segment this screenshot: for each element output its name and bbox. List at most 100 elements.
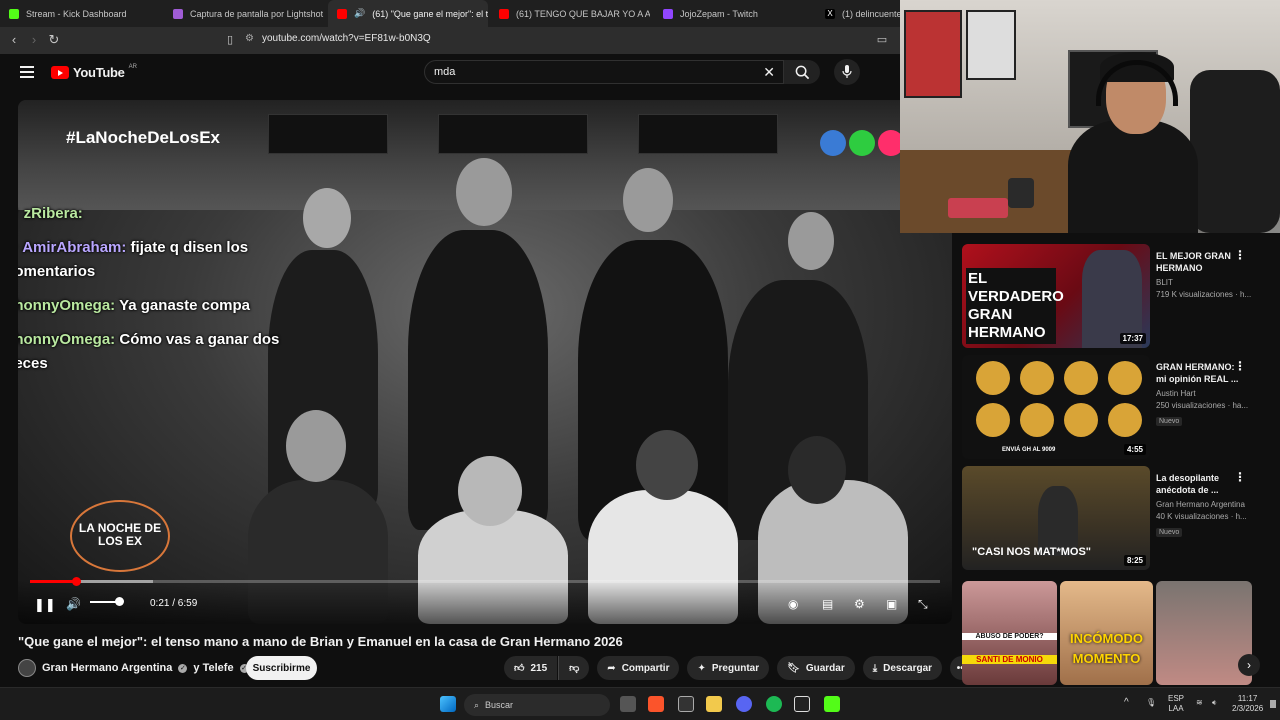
download-icon: ⤓ xyxy=(872,662,878,674)
taskbar-search[interactable]: ⌕ Buscar xyxy=(464,694,610,716)
recommendation-title[interactable]: GRAN HERMANO: mi opinión REAL ... xyxy=(1156,361,1246,385)
forward-icon[interactable]: › xyxy=(26,32,42,48)
file-explorer-icon[interactable] xyxy=(706,696,722,712)
brave-icon[interactable] xyxy=(648,696,664,712)
back-icon[interactable]: ‹ xyxy=(6,32,22,48)
tab-kick-dashboard[interactable]: Stream - Kick Dashboard xyxy=(0,0,160,27)
next-shorts-icon[interactable]: › xyxy=(1238,654,1260,676)
menu-icon[interactable] xyxy=(20,66,34,78)
wifi-icon[interactable]: ≋ xyxy=(1196,698,1203,708)
channel-avatar[interactable] xyxy=(18,659,36,677)
mic-tray-icon[interactable]: 🎙︎ xyxy=(1146,698,1156,708)
pause-icon[interactable]: ❚❚ xyxy=(34,597,56,613)
youtube-logo[interactable]: YouTube AR xyxy=(51,64,137,80)
short-label: INCÓMODO xyxy=(1070,631,1143,646)
tab-label: (61) "Que gane el mejor": el t xyxy=(372,8,488,19)
url-field[interactable]: youtube.com/watch?v=EF81w-b0N3Q xyxy=(262,33,431,44)
progress-knob[interactable] xyxy=(71,577,81,586)
kick-icon[interactable] xyxy=(824,696,840,712)
chat-message: JhonnyOmega: Cómo vas a ganar dos veces xyxy=(18,328,296,376)
capcut-icon[interactable] xyxy=(794,696,810,712)
short-thumbnail[interactable]: INCÓMODO MOMENTO xyxy=(1060,581,1153,685)
language-code: ESP xyxy=(1168,694,1185,703)
settings-icon[interactable]: ⚙ xyxy=(854,597,865,611)
video-duration: 4:55 xyxy=(1123,444,1146,455)
tab-label: (61) TENGO QUE BAJAR YO A ARREG xyxy=(516,8,650,19)
youtube-wordmark: YouTube xyxy=(73,65,125,80)
channel-row: Gran Hermano Argentina ✓ y Telefe ✓ xyxy=(18,657,249,679)
download-button[interactable]: ⤓ Descargar xyxy=(862,656,943,680)
download-label: Descargar xyxy=(883,662,933,674)
lightshot-icon xyxy=(173,8,183,19)
reload-icon[interactable]: ↻ xyxy=(46,32,62,48)
bookmark-icon[interactable]: ▯ xyxy=(222,32,238,48)
clock-time: 11:17 xyxy=(1237,694,1258,703)
tab-youtube-other[interactable]: (61) TENGO QUE BAJAR YO A ARREG xyxy=(490,0,650,27)
search-button[interactable] xyxy=(784,60,820,84)
save-button[interactable]: 🔖︎ Guardar xyxy=(777,656,855,680)
address-bar: ‹ › ↻ ▯ ⚙ youtube.com/watch?v=EF81w-b0N3… xyxy=(0,27,900,54)
new-badge: Nuevo xyxy=(1156,417,1183,426)
channel-second[interactable]: y Telefe xyxy=(193,662,233,674)
recommendation-channel[interactable]: Gran Hermano Argentina xyxy=(1156,500,1246,509)
recommendation-channel[interactable]: Austin Hart xyxy=(1156,389,1246,398)
volume-icon[interactable]: 🔊 xyxy=(66,597,81,611)
show-logo-text: LA NOCHE DE LOS EX xyxy=(78,521,162,548)
task-view-icon[interactable] xyxy=(620,696,636,712)
telefe-logo xyxy=(820,130,904,156)
recommendation-item[interactable]: "CASI NOS MAT*MOS" 8:25 La desopilante a… xyxy=(962,466,1262,570)
recommendation-title[interactable]: EL MEJOR GRAN HERMANO xyxy=(1156,250,1246,274)
search-icon xyxy=(795,65,809,79)
recommendation-item[interactable]: ENVIÁ GH AL 9009 4:55 GRAN HERMANO: mi o… xyxy=(962,355,1262,459)
tab-x[interactable]: X (1) delincuente e xyxy=(816,0,906,27)
search-icon: ⌕ xyxy=(474,699,480,710)
channel-name[interactable]: Gran Hermano Argentina xyxy=(42,662,172,674)
share-button[interactable]: ➦ Compartir xyxy=(597,656,680,680)
video-thumbnail[interactable]: EL VERDADERO GRAN HERMANO 17:37 xyxy=(962,244,1150,348)
tab-lightshot[interactable]: Captura de pantalla por Lightshot xyxy=(164,0,324,27)
tab-youtube-current[interactable]: 🔊 (61) "Que gane el mejor": el t ✕ xyxy=(328,0,488,27)
chat-message: ✦ AmirAbraham: fijate q disen los coment… xyxy=(18,236,296,284)
discord-icon[interactable] xyxy=(736,696,752,712)
fullscreen-exit-icon[interactable]: ⤡ xyxy=(918,597,928,612)
subtitles-icon[interactable]: ▤ xyxy=(822,597,833,611)
app-icon[interactable] xyxy=(678,696,694,712)
speaker-icon[interactable]: 🔉︎ xyxy=(1212,698,1217,708)
language-indicator[interactable]: ESP LAA xyxy=(1168,694,1184,714)
windows-start-icon[interactable] xyxy=(440,696,456,712)
progress-bar[interactable] xyxy=(30,577,940,586)
volume-knob[interactable] xyxy=(115,597,124,606)
recommendation-item[interactable]: EL VERDADERO GRAN HERMANO 17:37 EL MEJOR… xyxy=(962,244,1262,348)
miniplayer-icon[interactable]: ▣ xyxy=(886,597,897,611)
site-info-icon[interactable]: ⚙ xyxy=(245,33,257,47)
tab-twitch[interactable]: JojoZepam - Twitch xyxy=(654,0,814,27)
short-thumbnail[interactable] xyxy=(1156,581,1252,685)
voice-search-button[interactable] xyxy=(834,59,860,85)
autoplay-toggle-icon[interactable]: ◉ xyxy=(788,597,798,611)
subscribe-button[interactable]: Suscribirme xyxy=(246,656,317,680)
recommendation-title[interactable]: La desopilante anécdota de ... xyxy=(1156,472,1246,496)
notification-icon[interactable] xyxy=(1270,700,1276,708)
ask-button[interactable]: ✦ Preguntar xyxy=(687,656,770,680)
more-vert-icon[interactable]: ⋮ xyxy=(1234,470,1246,484)
video-thumbnail[interactable]: ENVIÁ GH AL 9009 4:55 xyxy=(962,355,1150,459)
webcam-keyboard xyxy=(948,198,1008,218)
chat-username: zRibera: xyxy=(23,205,83,222)
clear-search-icon[interactable]: ✕ xyxy=(763,64,775,81)
tray-expand-icon[interactable]: ^ xyxy=(1124,698,1129,708)
video-thumbnail[interactable]: "CASI NOS MAT*MOS" 8:25 xyxy=(962,466,1150,570)
dislike-button[interactable]: 👎︎ xyxy=(558,656,590,680)
video-player[interactable]: #LaNocheDeLosEx LA NOCHE DE LOS EX ♛ zRi… xyxy=(18,100,952,624)
kick-icon xyxy=(9,8,19,19)
chat-username: JhonnyOmega: xyxy=(18,297,116,314)
more-vert-icon[interactable]: ⋮ xyxy=(1234,359,1246,373)
search-input[interactable] xyxy=(434,66,734,78)
video-actions: 👍︎ 215 👎︎ ➦ Compartir ✦ Preguntar 🔖︎ Gua… xyxy=(504,656,975,680)
short-thumbnail[interactable]: ABUSO DE PODER? SANTI DE MONIO xyxy=(962,581,1057,685)
clock[interactable]: 11:17 2/3/2026 xyxy=(1232,694,1263,714)
cast-icon[interactable]: ▭ xyxy=(874,32,890,48)
recommendation-channel[interactable]: BLIT xyxy=(1156,278,1246,287)
more-vert-icon[interactable]: ⋮ xyxy=(1234,248,1246,262)
spotify-icon[interactable] xyxy=(766,696,782,712)
like-button[interactable]: 👍︎ 215 xyxy=(504,656,558,680)
